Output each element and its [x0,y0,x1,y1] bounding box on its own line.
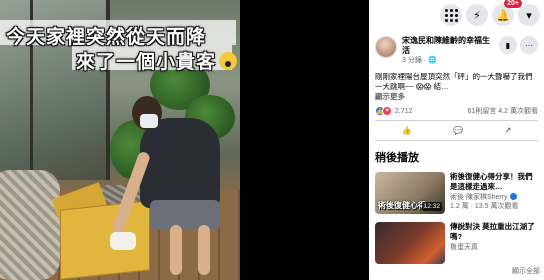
share-icon: ↗ [504,126,512,135]
glove [110,232,136,250]
wicker-chair [0,170,60,280]
notifications-button[interactable]: 🔔 20+ [492,0,522,26]
recommended-video[interactable]: 傳說對決 莫拉重出江湖了嗎? 魯蛋天真 [369,220,544,270]
post-header: 宋逸民和陳維齡的幸福生活 3 分鐘 · 🌐 ▮ ··· [369,30,544,66]
thumbnail-text: 術後復健心得 [378,201,426,210]
video-caption-line2: 來了一個小貴客 [76,47,238,74]
video-caption-line1: 今天家裡突然從天而降 [6,26,207,48]
comments-views-count[interactable]: 61則留言 4.2 萬次觀看 [468,106,538,116]
video-side-panel: ⚡ 🔔 20+ ▾ 宋逸民和陳維齡的幸福生活 3 分鐘 · 🌐 ▮ ··· 剛剛… [369,0,544,280]
see-more-link[interactable]: 顯示更多 [369,92,544,102]
love-reaction-icon: ♥ [382,106,392,116]
facebook-watch-window: 今天家裡突然從天而降 來了一個小貴客 ⚡ 🔔 20+ ▾ 宋逸民和陳維齡的幸福生… [0,0,544,280]
share-button[interactable]: ↗ [505,126,512,135]
verified-icon [509,193,517,200]
account-button[interactable]: ▾ [518,4,540,26]
up-next-heading: 稍後播放 [375,152,419,164]
leg [170,225,182,275]
video-duration: 12:32 [421,202,442,211]
messenger-icon: ⚡ [473,9,481,22]
video-player[interactable]: 今天家裡突然從天而降 來了一個小貴客 [0,0,369,280]
chevron-down-icon: ▾ [526,9,532,22]
menu-grid-button[interactable] [440,4,462,26]
reactions-summary: 👍 ♥ 2,712 61則留言 4.2 萬次觀看 [375,102,538,121]
reaction-count[interactable]: 2,712 [395,108,413,115]
channel-name[interactable]: 魯蛋天真 [450,243,538,252]
post-text: 剛剛家裡陽台屋頂突然「砰」的一大聲嚇了我們一大跳啊~~ 😱😱 結… [375,72,533,91]
video-thumbnail[interactable] [375,222,445,264]
avatar[interactable] [375,36,397,58]
show-all-link[interactable]: 顯示全部 [512,266,540,276]
comment-button[interactable]: 💬 [453,126,463,135]
recommended-video-title[interactable]: 傳說對決 莫拉重出江湖了嗎? [450,222,538,242]
like-button[interactable]: 👍 [402,126,412,135]
messenger-button[interactable]: ⚡ [466,4,488,26]
person [140,118,220,208]
thumbs-up-icon: 👍 [401,126,412,135]
post-time[interactable]: 3 分鐘 · 🌐 [402,56,494,66]
channel-name[interactable]: 術後 陳家棋Sherry [450,193,538,202]
scream-emoji-icon [219,52,238,70]
cardboard-box [60,200,150,280]
shorts [150,200,220,230]
face-mask [140,114,158,128]
notification-badge: 20+ [504,0,522,8]
bell-icon: 🔔 [496,9,510,22]
more-icon: ··· [525,40,533,50]
comment-icon: 💬 [453,126,464,135]
video-views: 1.2 萬 · 13.5 萬次觀看 [450,203,519,210]
post-actions: 👍 💬 ↗ [375,121,538,141]
save-button[interactable]: ▮ [499,36,517,54]
video-thumbnail[interactable]: 術後復健心得 12:32 [375,172,445,214]
leg [198,225,210,275]
recommended-video[interactable]: 術後復健心得 12:32 術後復健心得分享！我們是這樣走過來… 術後 陳家棋Sh… [369,170,544,220]
author-name[interactable]: 宋逸民和陳維齡的幸福生活 [402,36,494,56]
reaction-icons[interactable]: 👍 ♥ [375,106,392,116]
recommended-video-title[interactable]: 術後復健心得分享！我們是這樣走過來… [450,172,538,192]
top-bar: ⚡ 🔔 20+ ▾ [369,0,544,30]
bookmark-icon: ▮ [505,40,511,50]
more-options-button[interactable]: ··· [520,36,538,54]
video-frame: 今天家裡突然從天而降 來了一個小貴客 [0,0,240,280]
grid-icon [444,8,458,22]
